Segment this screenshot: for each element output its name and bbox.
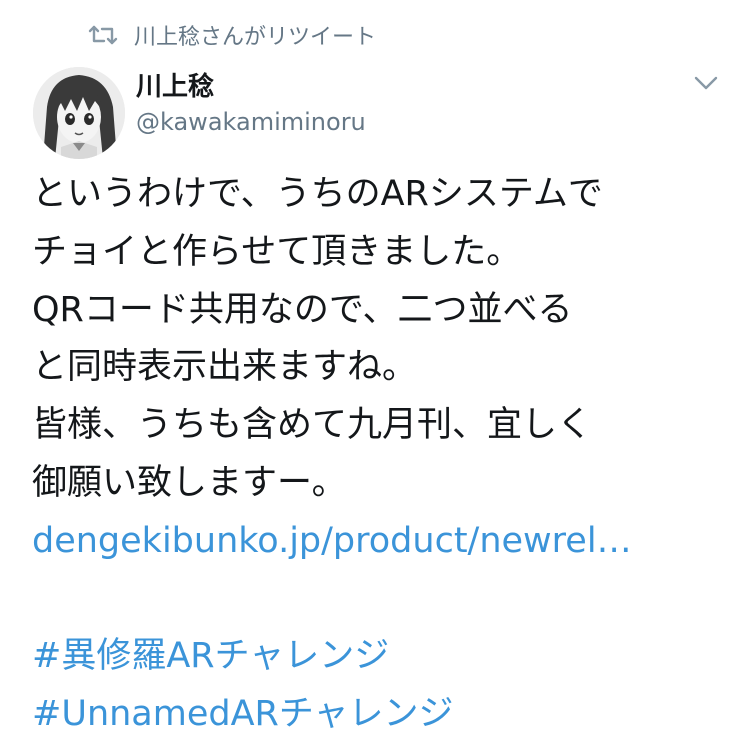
tweet-line: というわけで、うちのARシステムで bbox=[32, 174, 603, 214]
tweet-line: QRコード共用なので、二つ並べる bbox=[32, 289, 573, 330]
tweet-link[interactable]: dengekibunko.jp/product/newrel… bbox=[32, 521, 632, 561]
retweet-context[interactable]: 川上稔さんがリツイート bbox=[88, 18, 376, 52]
author-screen-name[interactable]: @kawakamiminoru bbox=[136, 108, 366, 136]
chevron-down-icon bbox=[694, 76, 718, 90]
tweet-menu-button[interactable] bbox=[688, 70, 724, 96]
avatar-image bbox=[33, 67, 125, 159]
hashtag-link[interactable]: #異修羅ARチャレンジ bbox=[32, 636, 389, 676]
tweet-line: と同時表示出来ますね。 bbox=[32, 347, 418, 388]
avatar[interactable] bbox=[33, 67, 125, 159]
tweet-line: 御願い致しますー。 bbox=[32, 462, 347, 503]
tweet-line: 皆様、うちも含めて九月刊、宜しく bbox=[32, 405, 593, 446]
tweet-text: というわけで、うちのARシステムで チョイと作らせて頂きました。 QRコード共用… bbox=[32, 166, 732, 744]
tweet-line: チョイと作らせて頂きました。 bbox=[32, 231, 522, 272]
author-display-name[interactable]: 川上稔 bbox=[136, 66, 214, 103]
hashtag-link[interactable]: #UnnamedARチャレンジ bbox=[32, 694, 454, 734]
retweet-icon bbox=[88, 23, 118, 47]
retweet-label: 川上稔さんがリツイート bbox=[134, 25, 377, 50]
